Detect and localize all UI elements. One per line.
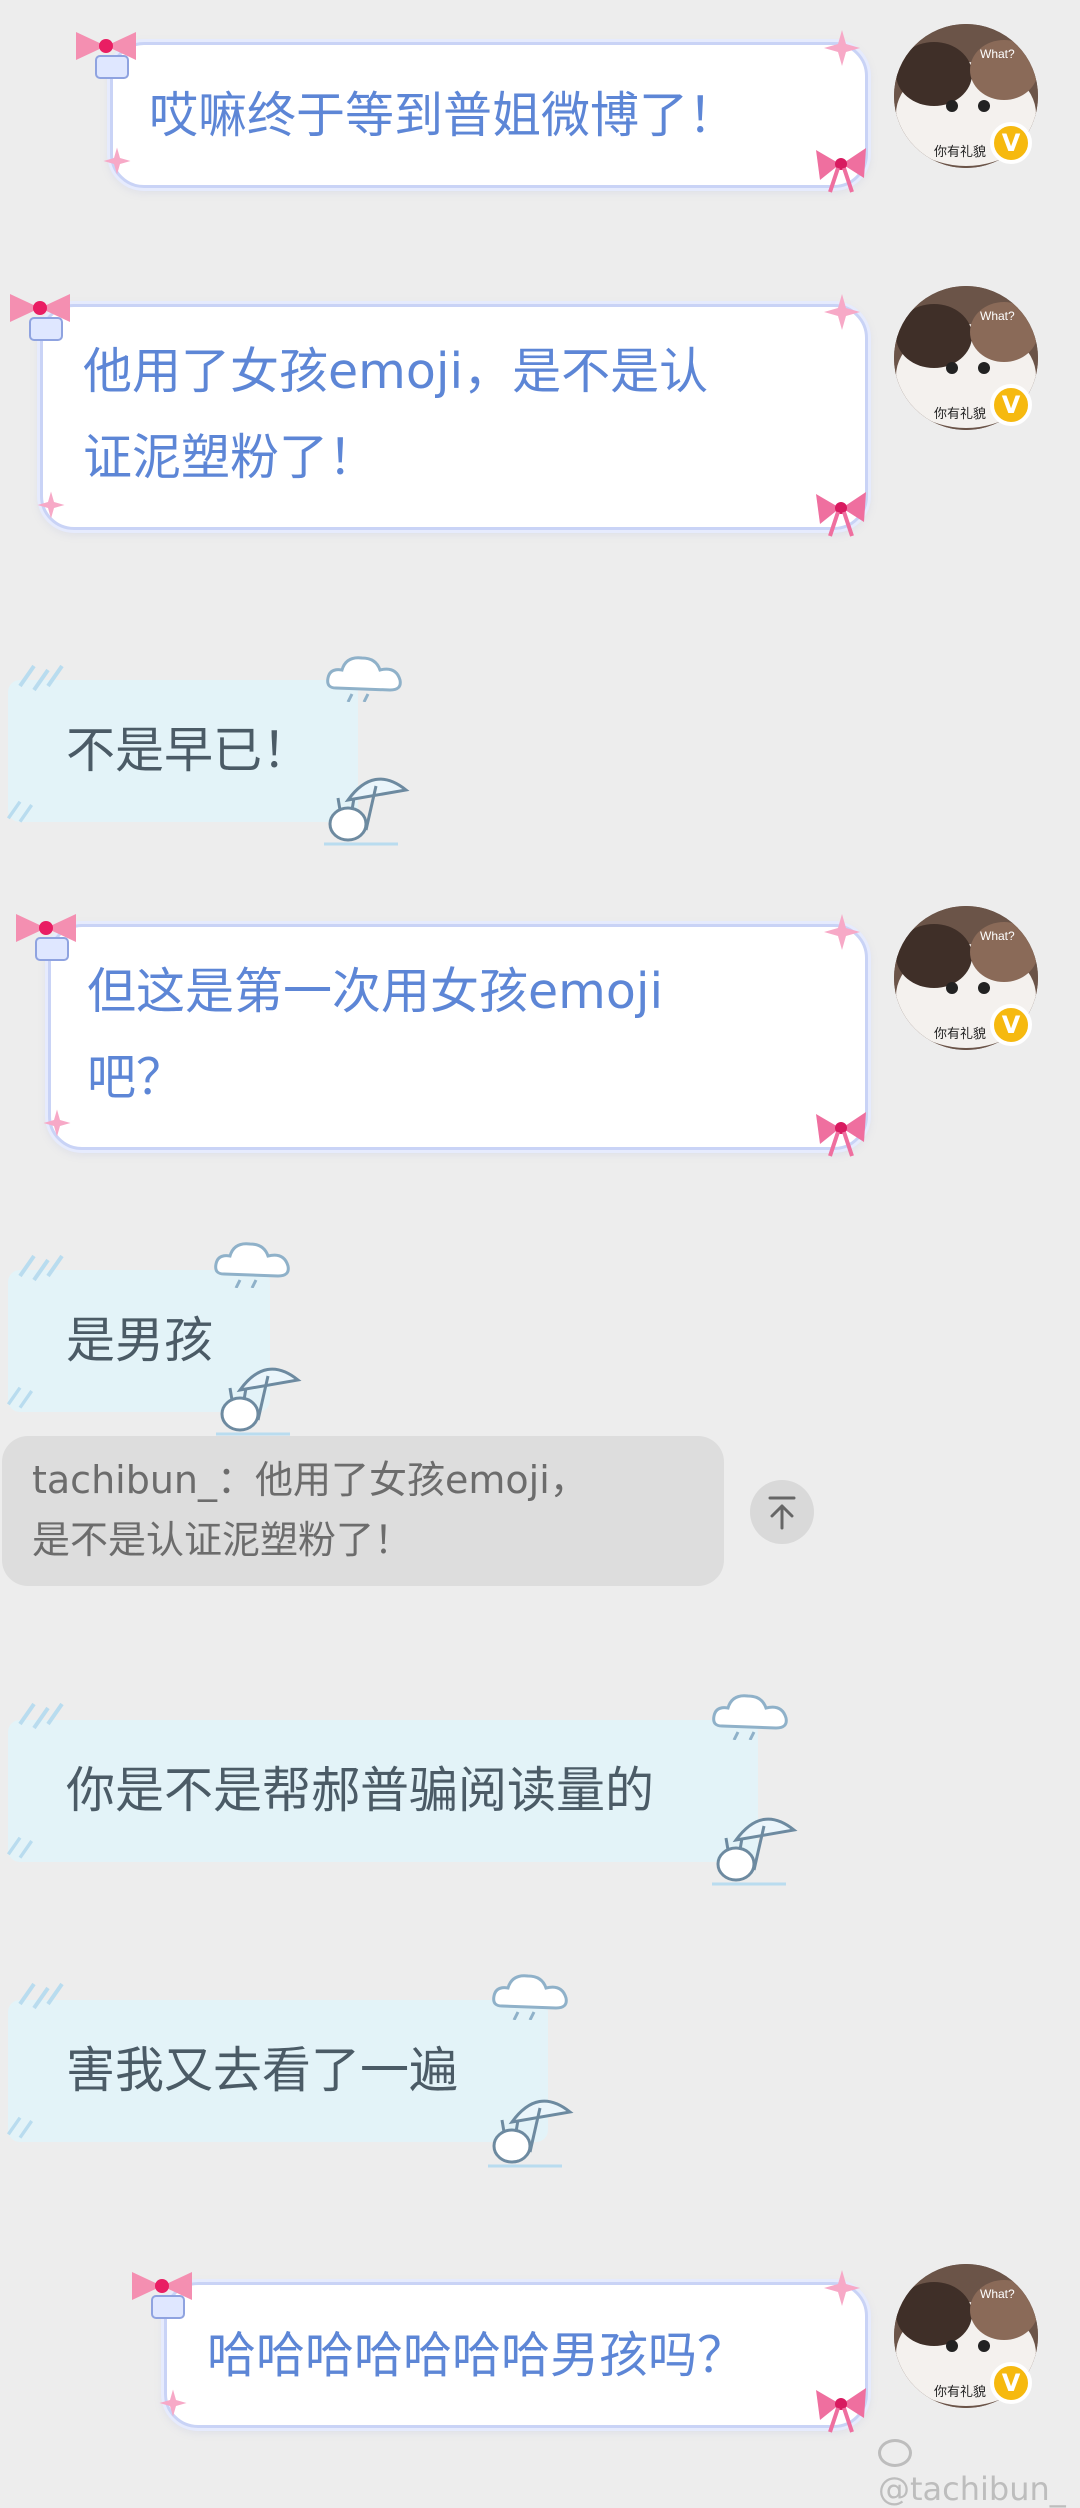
svg-text:你有礼貌: 你有礼貌 bbox=[934, 144, 986, 160]
message-text: 吧？ bbox=[87, 1049, 186, 1106]
outgoing-message-bubble[interactable]: 哈哈哈哈哈哈哈男孩吗？ bbox=[164, 2282, 868, 2428]
cloud-icon bbox=[214, 1242, 290, 1288]
ribbon-bow-icon bbox=[816, 2388, 866, 2433]
svg-text:你有礼貌: 你有礼貌 bbox=[934, 406, 986, 422]
watermark-text: @tachibun_ bbox=[878, 2470, 1066, 2508]
weibo-logo-icon bbox=[878, 2439, 912, 2467]
rain-streaks-icon bbox=[18, 664, 64, 692]
svg-text:What?: What? bbox=[980, 929, 1015, 943]
verified-badge-icon: V bbox=[990, 384, 1032, 426]
quote-text: tachibun_：他用了女孩emoji， bbox=[32, 1458, 588, 1502]
sparkle-icon bbox=[824, 2270, 860, 2306]
outgoing-message-bubble[interactable]: 但这是第一次用女孩emoji 吧？ bbox=[48, 924, 868, 1150]
incoming-message-bubble[interactable]: 害我又去看了一遍 bbox=[8, 2000, 548, 2142]
sparkle-icon bbox=[159, 2389, 187, 2417]
bow-sticker-icon bbox=[76, 32, 136, 79]
rain-streaks-icon bbox=[6, 2116, 34, 2139]
svg-text:What?: What? bbox=[980, 47, 1015, 61]
quoted-message[interactable]: tachibun_：他用了女孩emoji， 是不是认证泥塑粉了！ bbox=[2, 1436, 724, 1586]
incoming-message-bubble[interactable]: 不是早已！ bbox=[8, 680, 358, 822]
bow-sticker-icon bbox=[10, 294, 70, 341]
incoming-message-bubble[interactable]: 你是不是帮郝普骗阅读量的 bbox=[8, 1720, 758, 1862]
rain-streaks-icon bbox=[6, 1386, 34, 1409]
message-text: 不是早已！ bbox=[66, 722, 312, 779]
sparkle-icon bbox=[824, 914, 860, 950]
ribbon-bow-icon bbox=[816, 148, 866, 193]
umbrella-bunny-icon bbox=[324, 777, 410, 846]
message-text: 害我又去看了一遍 bbox=[66, 2042, 459, 2099]
rain-streaks-icon bbox=[18, 1982, 64, 2010]
verified-badge-icon: V bbox=[990, 122, 1032, 164]
rain-streaks-icon bbox=[18, 1254, 64, 1282]
sparkle-icon bbox=[824, 30, 860, 66]
message-text: 哈哈哈哈哈哈哈男孩吗？ bbox=[207, 2327, 747, 2384]
message-text: 但这是第一次用女孩emoji bbox=[87, 963, 664, 1020]
ribbon-bow-icon bbox=[816, 492, 866, 537]
sparkle-icon bbox=[43, 1109, 71, 1137]
outgoing-message-bubble[interactable]: 哎嘛终于等到普姐微博了！ bbox=[110, 42, 868, 188]
outgoing-message-bubble[interactable]: 他用了女孩emoji，是不是认 证泥塑粉了！ bbox=[40, 304, 868, 530]
svg-text:你有礼貌: 你有礼貌 bbox=[934, 1026, 986, 1042]
cloud-icon bbox=[326, 656, 402, 702]
verified-badge-icon: V bbox=[990, 1004, 1032, 1046]
svg-text:What?: What? bbox=[980, 309, 1015, 323]
sparkle-icon bbox=[37, 491, 65, 519]
cloud-icon bbox=[492, 1974, 568, 2020]
umbrella-bunny-icon bbox=[488, 2099, 574, 2168]
message-text: 哎嘛终于等到普姐微博了！ bbox=[149, 87, 738, 144]
svg-text:What?: What? bbox=[980, 2287, 1015, 2301]
sparkle-icon bbox=[103, 147, 131, 175]
sparkle-icon bbox=[824, 294, 860, 330]
message-text: 你是不是帮郝普骗阅读量的 bbox=[66, 1762, 655, 1819]
svg-text:你有礼貌: 你有礼貌 bbox=[934, 2384, 986, 2400]
bow-sticker-icon bbox=[16, 914, 76, 961]
umbrella-bunny-icon bbox=[216, 1367, 302, 1436]
jump-to-quote-button[interactable] bbox=[750, 1480, 814, 1544]
ribbon-bow-icon bbox=[816, 1112, 866, 1157]
watermark: @tachibun_ bbox=[878, 2432, 1080, 2508]
bow-sticker-icon bbox=[132, 2272, 192, 2319]
message-text: 他用了女孩emoji，是不是认 bbox=[83, 343, 709, 400]
cloud-icon bbox=[712, 1694, 788, 1740]
rain-streaks-icon bbox=[6, 1836, 34, 1859]
arrow-up-to-top-icon bbox=[768, 1496, 796, 1530]
verified-badge-icon: V bbox=[990, 2362, 1032, 2404]
rain-streaks-icon bbox=[6, 800, 34, 823]
message-text: 证泥塑粉了！ bbox=[83, 429, 378, 486]
quote-text: 是不是认证泥塑粉了！ bbox=[32, 1518, 413, 1562]
rain-streaks-icon bbox=[18, 1702, 64, 1730]
umbrella-bunny-icon bbox=[712, 1817, 798, 1886]
